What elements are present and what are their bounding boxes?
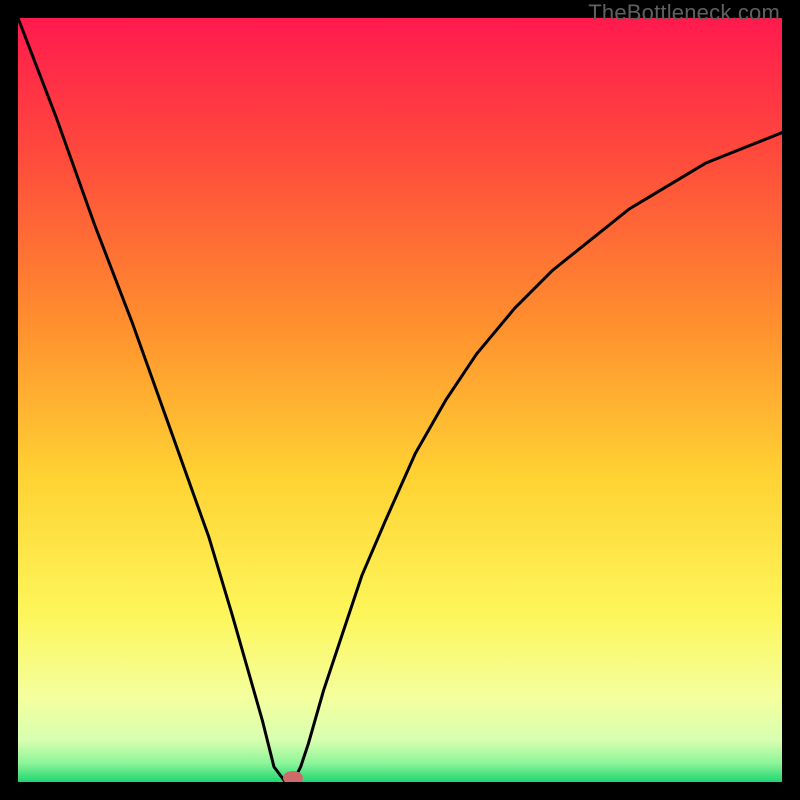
chart-frame	[18, 18, 782, 782]
chart-background	[18, 18, 782, 782]
bottleneck-chart	[18, 18, 782, 782]
watermark-text: TheBottleneck.com	[588, 0, 780, 26]
